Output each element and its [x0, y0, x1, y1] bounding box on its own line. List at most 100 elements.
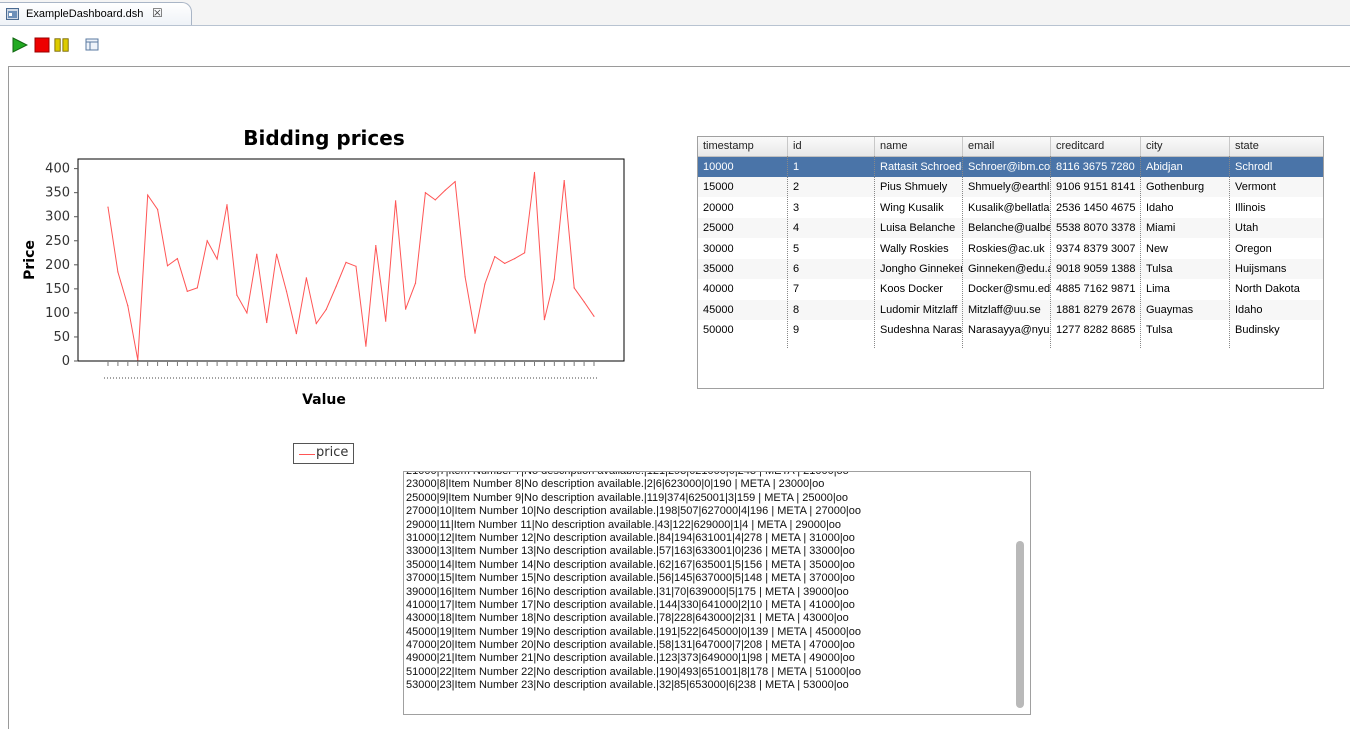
table-cell-creditcard: 9374 8379 3007 — [1056, 242, 1136, 255]
event-log-text-area[interactable]: 21000|7|Item Number 7|No description ava… — [403, 471, 1031, 715]
table-cell-id: 5 — [793, 242, 800, 255]
data-point — [295, 333, 297, 335]
log-line: 49000|21|Item Number 21|No description a… — [406, 652, 855, 665]
table-cell-timestamp: 35000 — [703, 263, 734, 275]
data-point — [474, 332, 476, 334]
editor-left-border — [8, 66, 9, 729]
chart-canvas: 0 50 100 150 200 250 300 350 400 Value Price — [22, 158, 625, 408]
table-cell-city: Gothenburg — [1146, 181, 1205, 194]
table-cell-email: Schroer@ibm.com — [968, 161, 1050, 173]
column-header-creditcard[interactable]: creditcard — [1056, 140, 1104, 152]
table-cell-name: Luisa Belanche — [880, 222, 956, 235]
data-point — [514, 258, 516, 260]
close-icon[interactable]: ☒ — [152, 6, 163, 20]
chart-title: Bidding prices — [243, 126, 405, 150]
column-separator[interactable] — [787, 137, 788, 156]
table-cell-creditcard: 1277 8282 8685 — [1056, 324, 1136, 337]
table-cell-state: Idaho — [1235, 303, 1263, 316]
pause-icon[interactable] — [54, 37, 70, 53]
data-point — [325, 308, 327, 311]
table-cell-id: 2 — [793, 181, 800, 194]
table-cell-id: 7 — [793, 283, 800, 296]
data-point — [543, 319, 546, 321]
column-separator[interactable] — [962, 137, 963, 156]
table-cell-email: Shmuely@earthlink.net — [968, 181, 1050, 194]
bidders-table[interactable]: timestamp id name email creditcard city state … — [697, 136, 1324, 389]
y-tick-label: 100 — [45, 306, 70, 321]
y-tick-label: 0 — [62, 354, 70, 369]
log-line: 39000|16|Item Number 16|No description a… — [406, 585, 849, 598]
data-point — [127, 305, 129, 307]
data-point — [176, 258, 178, 260]
column-separator[interactable] — [1050, 137, 1051, 156]
plot-area — [77, 158, 625, 362]
data-point — [444, 189, 446, 191]
data-point — [365, 345, 367, 347]
data-point — [186, 290, 188, 292]
log-line: 31000|12|Item Number 12|No description a… — [406, 531, 855, 544]
table-cell-state: Schrodl — [1235, 161, 1273, 173]
table-cell-email: Ginneken@edu.au — [968, 263, 1050, 275]
table-cell-state: Budinsky — [1235, 324, 1280, 337]
column-separator[interactable] — [1140, 137, 1141, 156]
data-point — [573, 287, 575, 289]
table-cell-city: Miami — [1146, 222, 1176, 235]
y-tick-label: 50 — [53, 330, 70, 345]
log-line: 37000|15|Item Number 15|No description a… — [406, 572, 855, 585]
column-grid-line — [962, 156, 963, 348]
table-cell-id: 4 — [793, 222, 800, 235]
y-tick-label: 250 — [45, 234, 70, 249]
table-cell-timestamp: 40000 — [703, 283, 734, 296]
column-header-name[interactable]: name — [880, 140, 908, 152]
column-grid-line — [1140, 156, 1141, 348]
stop-icon[interactable] — [34, 37, 50, 53]
play-icon[interactable] — [12, 37, 28, 53]
table-cell-city: Lima — [1146, 283, 1170, 296]
table-cell-timestamp: 25000 — [703, 222, 734, 235]
data-point — [285, 290, 288, 292]
table-cell-email: Narasayya@nyu.edu — [968, 324, 1050, 337]
column-separator[interactable] — [1229, 137, 1230, 156]
data-point — [345, 261, 347, 263]
y-tick-label: 150 — [45, 282, 70, 297]
data-point — [405, 308, 407, 310]
log-line: 43000|18|Item Number 18|No description a… — [406, 612, 849, 625]
data-point — [335, 285, 337, 288]
legend-swatch — [299, 454, 315, 455]
table-cell-email: Mitzlaff@uu.se — [968, 303, 1041, 316]
data-point — [216, 258, 218, 260]
data-point — [166, 265, 169, 267]
column-header-email[interactable]: email — [968, 140, 994, 152]
column-header-id[interactable]: id — [793, 140, 802, 152]
data-point — [563, 180, 565, 182]
column-header-state[interactable]: state — [1235, 140, 1259, 152]
data-point — [583, 301, 585, 303]
log-scrollbar-thumb[interactable] — [1016, 541, 1024, 708]
log-line: 27000|10|Item Number 10|No description a… — [406, 505, 862, 518]
log-line: 25000|9|Item Number 9|No description ava… — [406, 491, 848, 504]
table-cell-timestamp: 30000 — [703, 242, 734, 255]
column-header-city[interactable]: city — [1146, 140, 1163, 152]
data-point — [236, 294, 238, 296]
table-cell-email: Docker@smu.edu — [968, 283, 1050, 296]
column-grid-line — [1050, 156, 1051, 348]
log-scrollbar[interactable] — [1010, 472, 1030, 714]
table-cell-creditcard: 1881 8279 2678 — [1056, 303, 1136, 316]
data-point — [385, 320, 387, 322]
column-separator[interactable] — [874, 137, 875, 156]
table-cell-state: Huijsmans — [1235, 263, 1287, 275]
table-cell-id: 9 — [793, 324, 800, 337]
column-header-timestamp[interactable]: timestamp — [703, 140, 754, 152]
chart-legend: price — [293, 443, 354, 464]
table-cell-name: Wing Kusalik — [880, 201, 944, 214]
editor-tab[interactable]: ExampleDashboard.dsh ☒ — [0, 2, 192, 26]
layout-icon[interactable] — [84, 37, 100, 53]
log-line: 47000|20|Item Number 20|No description a… — [406, 639, 855, 652]
table-cell-name: Sudeshna Narasayya — [880, 324, 962, 337]
data-point — [137, 359, 139, 361]
log-line: 53000|23|Item Number 23|No description a… — [406, 679, 849, 692]
bidding-prices-chart: 0 50 100 150 200 250 300 350 400 Value Price Biddi… — [14, 124, 644, 464]
data-point — [256, 253, 258, 255]
table-cell-name: Pius Shmuely — [880, 181, 948, 194]
table-cell-id: 3 — [793, 201, 800, 214]
